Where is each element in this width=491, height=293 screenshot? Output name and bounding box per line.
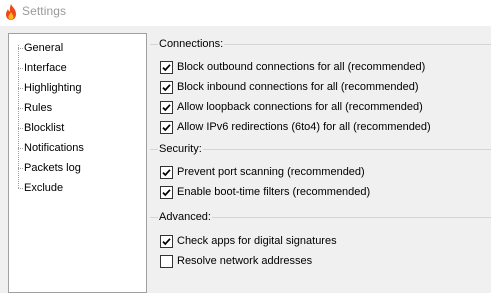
block-inbound-checkbox[interactable] bbox=[160, 80, 173, 94]
checkmark-icon bbox=[162, 123, 171, 131]
check-digital-signatures-option[interactable]: Check apps for digital signatures bbox=[160, 233, 337, 249]
checkmark-icon bbox=[162, 237, 171, 245]
block-outbound-label: Block outbound connections for all (reco… bbox=[177, 61, 426, 73]
check-digital-signatures-label: Check apps for digital signatures bbox=[177, 235, 337, 247]
boot-time-filters-label: Enable boot-time filters (recommended) bbox=[177, 186, 371, 198]
allow-ipv6-option[interactable]: Allow IPv6 redirections (6to4) for all (… bbox=[160, 119, 431, 135]
prevent-port-scanning-option[interactable]: Prevent port scanning (recommended) bbox=[160, 164, 365, 180]
nav-item-exclude[interactable]: Exclude bbox=[18, 179, 63, 197]
connections-group: Connections: Block outbound connections … bbox=[150, 37, 491, 139]
check-digital-signatures-checkbox[interactable] bbox=[160, 234, 173, 248]
nav-item-general[interactable]: General bbox=[18, 39, 63, 57]
checkmark-icon bbox=[162, 63, 171, 71]
block-outbound-option[interactable]: Block outbound connections for all (reco… bbox=[160, 59, 425, 75]
prevent-port-scanning-checkbox[interactable] bbox=[160, 165, 173, 179]
allow-ipv6-label: Allow IPv6 redirections (6to4) for all (… bbox=[177, 121, 431, 133]
window-title: Settings bbox=[22, 4, 67, 18]
flame-icon bbox=[3, 3, 19, 21]
block-inbound-label: Block inbound connections for all (recom… bbox=[177, 81, 419, 93]
allow-loopback-label: Allow loopback connections for all (reco… bbox=[177, 101, 423, 113]
nav-item-rules[interactable]: Rules bbox=[18, 99, 52, 117]
block-outbound-checkbox[interactable] bbox=[160, 60, 173, 74]
allow-ipv6-checkbox[interactable] bbox=[160, 120, 173, 134]
security-group: Security: Prevent port scanning (recomme… bbox=[150, 142, 491, 204]
allow-loopback-option[interactable]: Allow loopback connections for all (reco… bbox=[160, 99, 423, 115]
allow-loopback-checkbox[interactable] bbox=[160, 100, 173, 114]
checkmark-icon bbox=[162, 83, 171, 91]
resolve-network-addresses-label: Resolve network addresses bbox=[177, 255, 313, 267]
title-bar: Settings bbox=[0, 0, 491, 26]
nav-item-packets-log[interactable]: Packets log bbox=[18, 159, 81, 177]
connections-group-label: Connections: bbox=[158, 37, 225, 52]
nav-item-blocklist[interactable]: Blocklist bbox=[18, 119, 64, 137]
checkmark-icon bbox=[162, 103, 171, 111]
boot-time-filters-checkbox[interactable] bbox=[160, 185, 173, 199]
checkmark-icon bbox=[162, 168, 171, 176]
settings-nav-tree: General Interface Highlighting Rules Blo… bbox=[8, 33, 147, 293]
nav-item-highlighting[interactable]: Highlighting bbox=[18, 79, 81, 97]
resolve-network-addresses-option[interactable]: Resolve network addresses bbox=[160, 253, 312, 269]
nav-item-notifications[interactable]: Notifications bbox=[18, 139, 84, 157]
resolve-network-addresses-checkbox[interactable] bbox=[160, 254, 173, 268]
block-inbound-option[interactable]: Block inbound connections for all (recom… bbox=[160, 79, 419, 95]
checkmark-icon bbox=[162, 188, 171, 196]
prevent-port-scanning-label: Prevent port scanning (recommended) bbox=[177, 166, 365, 178]
advanced-group-label: Advanced: bbox=[158, 210, 212, 225]
boot-time-filters-option[interactable]: Enable boot-time filters (recommended) bbox=[160, 184, 370, 200]
nav-item-interface[interactable]: Interface bbox=[18, 59, 67, 77]
advanced-group: Advanced: Check apps for digital signatu… bbox=[150, 210, 491, 277]
security-group-label: Security: bbox=[158, 142, 203, 157]
